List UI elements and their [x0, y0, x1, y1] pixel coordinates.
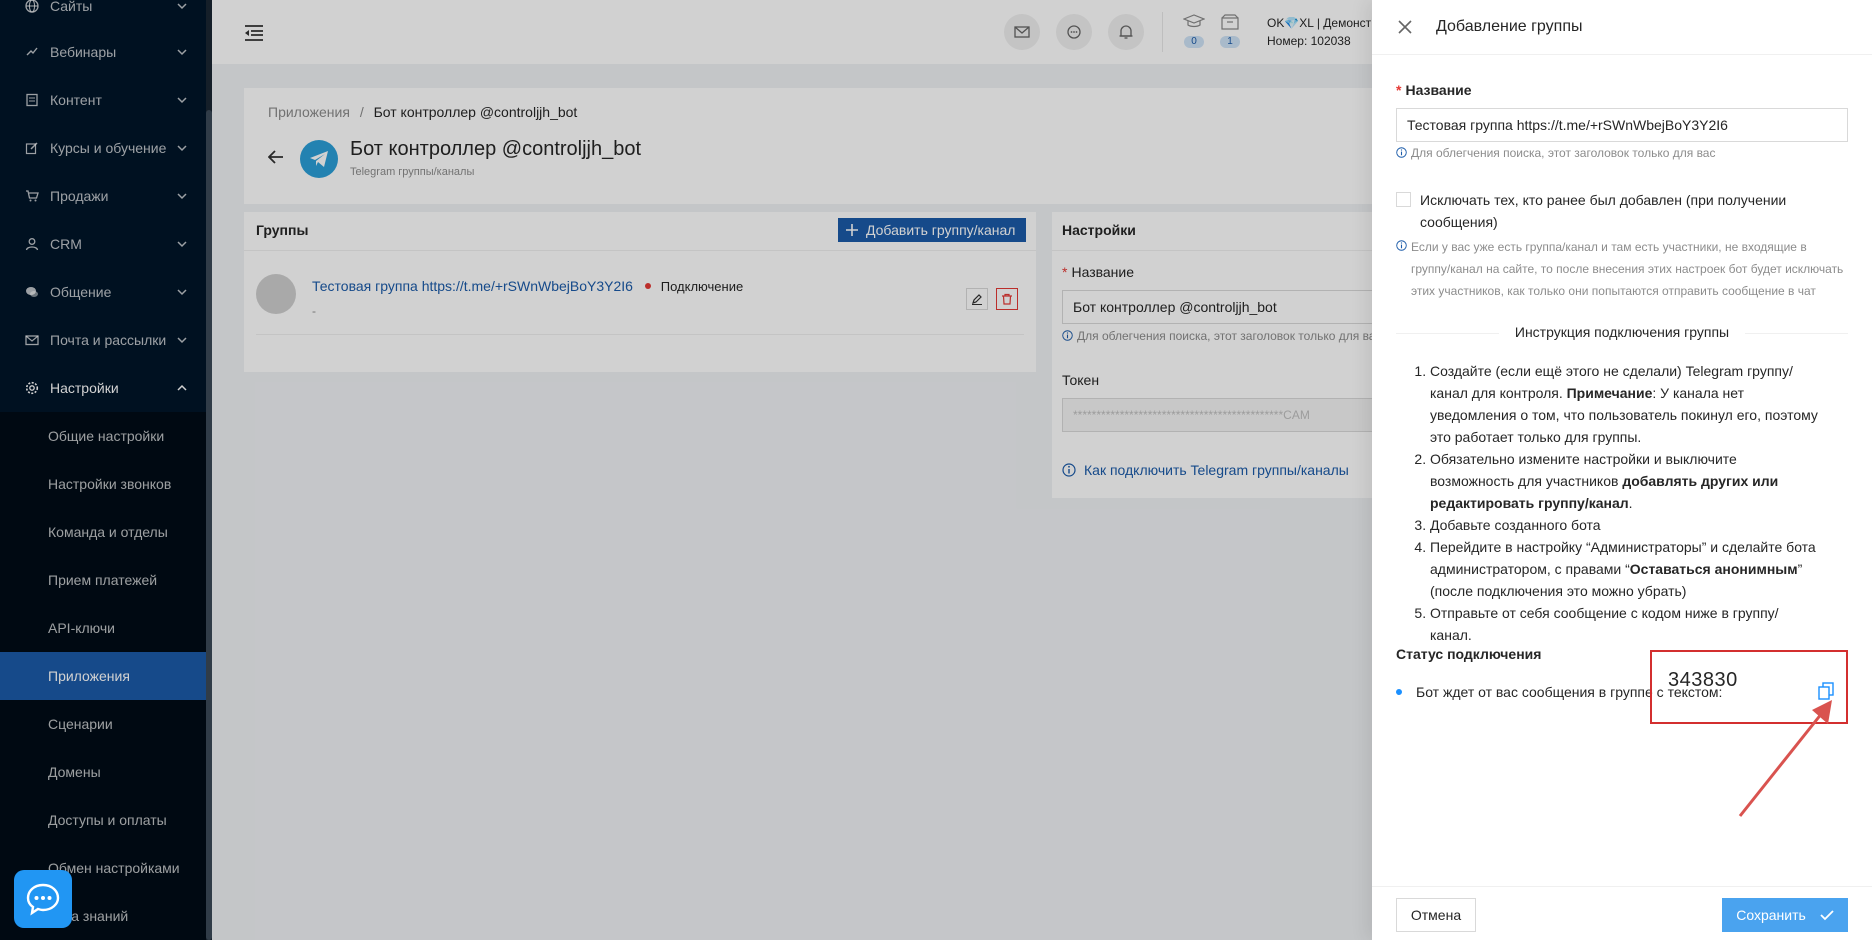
drawer-name-hint-text: Для облегчения поиска, этот заголовок то…	[1411, 146, 1716, 160]
annotation-arrow-icon	[1738, 700, 1832, 817]
chat-widget-button[interactable]	[14, 870, 72, 928]
step4-bold: Оставаться анонимным	[1629, 561, 1798, 577]
exclude-hint: Если у вас уже есть группа/канал и там е…	[1396, 236, 1848, 302]
drawer-name-hint: Для облегчения поиска, этот заголовок то…	[1396, 143, 1848, 163]
chat-bubble-icon	[26, 883, 60, 916]
drawer-name-label: * Название	[1396, 82, 1472, 98]
status-bullet	[1396, 689, 1402, 695]
instructions-title-wrap: Инструкция подключения группы	[1372, 324, 1872, 340]
drawer-header-divider	[1372, 54, 1872, 55]
instructions-title: Инструкция подключения группы	[1498, 324, 1746, 340]
exclude-checkbox[interactable]	[1396, 192, 1411, 207]
save-button[interactable]: Сохранить	[1722, 898, 1848, 932]
instruction-step-5: Отправьте от себя сообщение с кодом ниже…	[1430, 602, 1820, 646]
close-icon[interactable]	[1396, 18, 1414, 36]
step1-note: Примечание	[1566, 385, 1653, 401]
status-title: Статус подключения	[1396, 646, 1542, 662]
info-icon	[1396, 240, 1407, 251]
drawer-name-label-text: Название	[1405, 82, 1472, 98]
cancel-button[interactable]: Отмена	[1396, 898, 1476, 932]
instruction-step-1: Создайте (если ещё этого не сделали) Tel…	[1430, 360, 1820, 448]
check-icon	[1820, 910, 1834, 921]
instruction-step-3: Добавьте созданного бота	[1430, 514, 1820, 536]
save-button-label: Сохранить	[1736, 907, 1806, 923]
required-marker: *	[1396, 82, 1402, 98]
exclude-checkbox-label[interactable]: Исключать тех, кто ранее был добавлен (п…	[1420, 189, 1840, 233]
drawer-footer-divider	[1372, 886, 1872, 887]
instruction-step-4: Перейдите в настройку “Администраторы” и…	[1430, 536, 1820, 602]
add-group-drawer: Добавление группы * Название Тестовая гру…	[1372, 0, 1872, 940]
drawer-name-input[interactable]: Тестовая группа https://t.me/+rSWnWbejBo…	[1396, 108, 1848, 142]
step2-text-2: .	[1628, 495, 1633, 511]
exclude-hint-text: Если у вас уже есть группа/канал и там е…	[1411, 240, 1844, 298]
drawer-title: Добавление группы	[1436, 18, 1583, 35]
info-icon	[1396, 147, 1407, 158]
instructions-list: Создайте (если ещё этого не сделали) Tel…	[1410, 360, 1820, 646]
instruction-step-2: Обязательно измените настройки и выключи…	[1430, 448, 1820, 514]
